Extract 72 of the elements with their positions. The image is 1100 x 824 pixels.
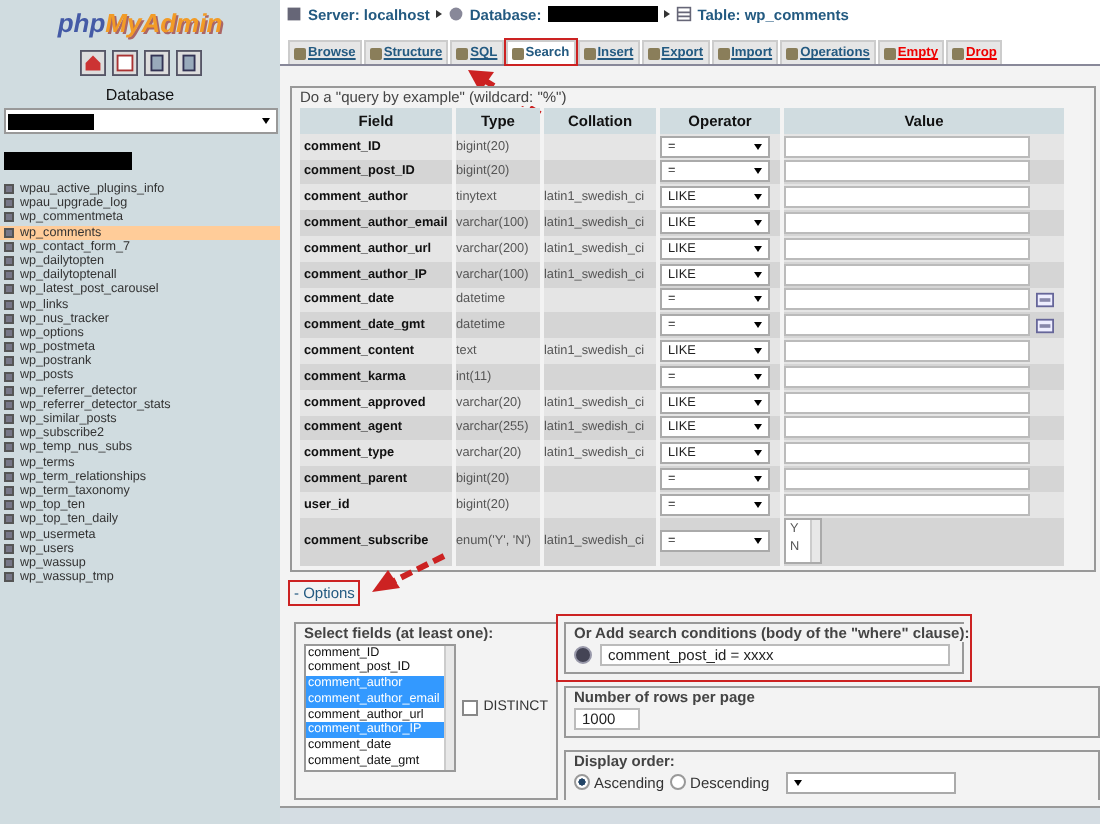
dropdown-arrow-icon bbox=[793, 779, 802, 786]
dropdown-arrow-icon bbox=[754, 424, 762, 431]
dropdown-arrow-icon bbox=[754, 245, 762, 252]
value-input[interactable] bbox=[784, 212, 1030, 235]
value-input[interactable] bbox=[784, 237, 1030, 260]
logo: phpMyAdmin bbox=[57, 8, 223, 38]
dropdown-arrow-icon bbox=[754, 296, 762, 303]
tab-icon bbox=[456, 47, 469, 59]
table-icon bbox=[675, 6, 692, 22]
table-cell bbox=[544, 491, 656, 518]
distinct-checkbox[interactable] bbox=[461, 699, 478, 716]
value-input[interactable] bbox=[784, 442, 1030, 465]
redacted-block bbox=[7, 113, 93, 129]
dropdown-arrow-icon bbox=[754, 194, 762, 201]
value-input[interactable] bbox=[784, 493, 1030, 516]
table-cell bbox=[544, 287, 656, 313]
radio-button[interactable] bbox=[670, 774, 687, 791]
value-input[interactable] bbox=[784, 314, 1030, 337]
database-select[interactable] bbox=[3, 108, 277, 134]
query-window-icon[interactable] bbox=[111, 50, 137, 76]
value-input[interactable] bbox=[784, 186, 1030, 209]
order-dropdown[interactable] bbox=[785, 771, 956, 794]
tab-icon bbox=[369, 47, 382, 59]
value-input[interactable] bbox=[784, 391, 1030, 414]
dropdown-arrow-icon bbox=[754, 373, 762, 380]
table-cell bbox=[544, 466, 656, 492]
home-icon[interactable] bbox=[79, 50, 105, 76]
help-icon[interactable] bbox=[574, 645, 592, 664]
redacted-block bbox=[547, 6, 658, 22]
dropdown-arrow-icon bbox=[754, 399, 762, 406]
value-input[interactable] bbox=[784, 468, 1030, 491]
dropdown-arrow-icon bbox=[754, 348, 762, 355]
dropdown-arrow-icon bbox=[261, 118, 269, 124]
redacted-block bbox=[4, 152, 132, 170]
database-label: Database bbox=[105, 86, 175, 104]
dropdown-arrow-icon bbox=[754, 450, 762, 457]
dropdown-arrow-icon bbox=[754, 220, 762, 227]
tab-icon bbox=[786, 47, 799, 59]
table-cell bbox=[544, 159, 656, 185]
dropdown-arrow-icon bbox=[754, 168, 762, 175]
dropdown-arrow-icon bbox=[754, 143, 762, 150]
value-input[interactable] bbox=[784, 340, 1030, 363]
value-input[interactable] bbox=[784, 263, 1030, 286]
document-icon[interactable] bbox=[175, 50, 201, 76]
dropdown-arrow-icon bbox=[754, 271, 762, 278]
document-icon[interactable] bbox=[143, 50, 169, 76]
tab-icon bbox=[647, 47, 660, 59]
tab-icon bbox=[883, 47, 896, 59]
value-input[interactable] bbox=[784, 160, 1030, 183]
tab-icon bbox=[294, 47, 306, 59]
dropdown-arrow-icon bbox=[754, 501, 762, 508]
tab-icon bbox=[583, 47, 596, 59]
value-input[interactable] bbox=[784, 288, 1030, 311]
separator-icon bbox=[663, 10, 670, 18]
annotation-arrow bbox=[368, 552, 448, 596]
dropdown-arrow-icon bbox=[754, 538, 762, 545]
radio-button[interactable] bbox=[574, 774, 590, 791]
dropdown-arrow-icon bbox=[754, 476, 762, 483]
scrollbar-icon bbox=[443, 645, 454, 770]
table-cell bbox=[544, 133, 656, 160]
separator-icon bbox=[435, 10, 442, 18]
value-input[interactable] bbox=[784, 416, 1030, 439]
value-input[interactable] bbox=[784, 135, 1030, 158]
tab-icon bbox=[717, 47, 730, 59]
table-cell bbox=[544, 363, 656, 390]
database-icon bbox=[447, 6, 464, 22]
value-input[interactable] bbox=[784, 365, 1030, 388]
table-cell bbox=[544, 312, 656, 339]
server-icon bbox=[286, 6, 302, 22]
tab-icon bbox=[952, 47, 965, 59]
tab-icon bbox=[511, 47, 524, 59]
dropdown-arrow-icon bbox=[754, 322, 762, 329]
